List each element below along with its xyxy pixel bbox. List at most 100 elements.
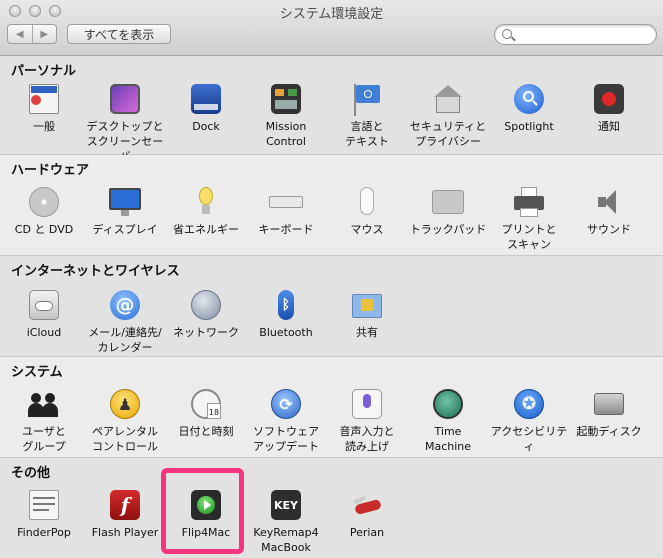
pane-displays[interactable]: ディスプレイ xyxy=(85,185,165,237)
pane-spotlight[interactable]: Spotlight xyxy=(489,82,569,134)
mission-control-icon xyxy=(269,82,303,116)
pane-label: ユーザと グループ xyxy=(22,425,66,453)
pane-language-text[interactable]: 言語と テキスト xyxy=(327,82,407,149)
section-other: その他 FinderPop f Flash Player Flip4Mac KE… xyxy=(0,458,663,558)
toolbar: システム環境設定 ◀ ▶ すべてを表示 xyxy=(0,0,663,56)
pane-perian[interactable]: Perian xyxy=(327,488,407,540)
pane-mail-contacts-calendars[interactable]: @ メール/連絡先/ カレンダー xyxy=(85,288,165,355)
pane-network[interactable]: ネットワーク xyxy=(166,288,246,340)
speaker-icon xyxy=(592,185,626,219)
section-title: パーソナル xyxy=(11,64,77,79)
icloud-icon xyxy=(27,288,61,322)
pane-mission-control[interactable]: Mission Control xyxy=(246,82,326,149)
pane-label: Time Machine xyxy=(424,425,472,453)
pane-label: ディスプレイ xyxy=(92,223,158,236)
accessibility-icon: ✪ xyxy=(512,387,546,421)
pane-keyboard[interactable]: キーボード xyxy=(246,185,326,237)
pane-trackpad[interactable]: トラックパッド xyxy=(408,185,488,237)
pane-time-machine[interactable]: Time Machine xyxy=(408,387,488,454)
back-button[interactable]: ◀ xyxy=(8,25,32,43)
section-system: システム ユーザと グループ ♟ ペアレンタル コントロール 18 日付と時刻 xyxy=(0,357,663,458)
pane-label: マウス xyxy=(350,223,384,236)
microphone-icon xyxy=(350,387,384,421)
pane-users-groups[interactable]: ユーザと グループ xyxy=(4,387,84,454)
pane-icloud[interactable]: iCloud xyxy=(4,288,84,340)
window-title: システム環境設定 xyxy=(279,7,384,22)
desktop-screensaver-icon xyxy=(108,82,142,116)
pane-accessibility[interactable]: ✪ アクセシビリティ xyxy=(489,387,569,454)
section-title: その他 xyxy=(11,466,51,481)
time-machine-icon xyxy=(431,387,465,421)
pane-label: ペアレンタル コントロール xyxy=(92,425,158,453)
pane-date-time[interactable]: 18 日付と時刻 xyxy=(166,387,246,439)
pane-energy-saver[interactable]: 省エネルギー xyxy=(166,185,246,237)
dock-icon xyxy=(189,82,223,116)
pane-label: Flash Player xyxy=(91,526,159,539)
pane-dock[interactable]: Dock xyxy=(166,82,246,134)
pane-flash-player[interactable]: f Flash Player xyxy=(85,488,165,540)
pane-finderpop[interactable]: FinderPop xyxy=(4,488,84,540)
bluetooth-icon: ᛒ xyxy=(269,288,303,322)
section-personal: パーソナル 一般 デスクトップと スクリーンセーバ Dock xyxy=(0,56,663,163)
pane-label: アクセシビリティ xyxy=(490,425,568,453)
software-update-icon: ⟳ xyxy=(269,387,303,421)
pane-desktop-screensaver[interactable]: デスクトップと スクリーンセーバ xyxy=(85,82,165,164)
pane-label: トラックパッド xyxy=(409,223,487,236)
pane-mouse[interactable]: マウス xyxy=(327,185,407,237)
pane-print-scan[interactable]: プリントと スキャン xyxy=(489,185,569,252)
pane-label: 通知 xyxy=(598,120,620,133)
highlight-box xyxy=(161,468,244,554)
section-title: インターネットとワイヤレス xyxy=(11,264,180,279)
pane-keyremap4macbook[interactable]: KEY KeyRemap4 MacBook xyxy=(246,488,326,555)
key-badge: KEY xyxy=(273,498,298,512)
section-internet-wireless: インターネットとワイヤレス iCloud @ メール/連絡先/ カレンダー ネッ… xyxy=(0,256,663,357)
pane-label: 言語と テキスト xyxy=(345,120,389,148)
calendar-badge: 18 xyxy=(207,403,221,419)
search-icon xyxy=(502,29,512,39)
hard-disk-icon xyxy=(592,387,626,421)
pane-label: CD と DVD xyxy=(14,223,74,236)
pane-label: ネットワーク xyxy=(173,326,239,339)
display-icon xyxy=(108,185,142,219)
notifications-icon xyxy=(592,82,626,116)
pane-label: プリントと スキャン xyxy=(501,223,557,251)
keyboard-icon xyxy=(269,185,303,219)
pane-sharing[interactable]: 共有 xyxy=(327,288,407,340)
lightbulb-icon xyxy=(189,185,223,219)
show-all-button[interactable]: すべてを表示 xyxy=(67,24,171,44)
pane-parental-controls[interactable]: ♟ ペアレンタル コントロール xyxy=(85,387,165,454)
pane-notifications[interactable]: 通知 xyxy=(569,82,649,134)
pane-label: 日付と時刻 xyxy=(178,425,234,438)
navigation-buttons: ◀ ▶ xyxy=(7,24,57,44)
users-icon xyxy=(27,387,61,421)
forward-button[interactable]: ▶ xyxy=(31,25,57,43)
pane-label: KeyRemap4 MacBook xyxy=(253,526,319,554)
pane-label: 起動ディスク xyxy=(576,425,642,438)
pane-bluetooth[interactable]: ᛒ Bluetooth xyxy=(246,288,326,340)
flag-icon xyxy=(350,82,384,116)
pane-label: Bluetooth xyxy=(259,326,313,339)
pane-security-privacy[interactable]: セキュリティと プライバシー xyxy=(408,82,488,149)
search-field[interactable] xyxy=(494,24,657,45)
pane-software-update[interactable]: ⟳ ソフトウェア アップデート xyxy=(246,387,326,454)
pane-label: 省エネルギー xyxy=(173,223,239,236)
shared-folder-icon xyxy=(350,288,384,322)
clock-icon: 18 xyxy=(189,387,223,421)
pane-cd-dvd[interactable]: CD と DVD xyxy=(4,185,84,237)
pane-dictation-speech[interactable]: 音声入力と 読み上げ xyxy=(327,387,407,454)
pane-sound[interactable]: サウンド xyxy=(569,185,649,237)
pane-general[interactable]: 一般 xyxy=(4,82,84,134)
system-preferences-window: システム環境設定 ◀ ▶ すべてを表示 パーソナル 一般 デスクトップと スクリ… xyxy=(0,0,663,558)
finderpop-icon xyxy=(27,488,61,522)
pane-label: iCloud xyxy=(26,326,62,339)
pane-startup-disk[interactable]: 起動ディスク xyxy=(569,387,649,439)
section-title: ハードウェア xyxy=(11,163,90,178)
flash-icon: f xyxy=(108,488,142,522)
spotlight-icon xyxy=(512,82,546,116)
section-title: システム xyxy=(11,365,63,380)
section-hardware: ハードウェア CD と DVD ディスプレイ 省エネルギー キーボード マウス … xyxy=(0,155,663,256)
at-sign-icon: @ xyxy=(108,288,142,322)
pane-label: 共有 xyxy=(356,326,378,339)
pane-label: ソフトウェア アップデート xyxy=(253,425,319,453)
printer-icon xyxy=(512,185,546,219)
